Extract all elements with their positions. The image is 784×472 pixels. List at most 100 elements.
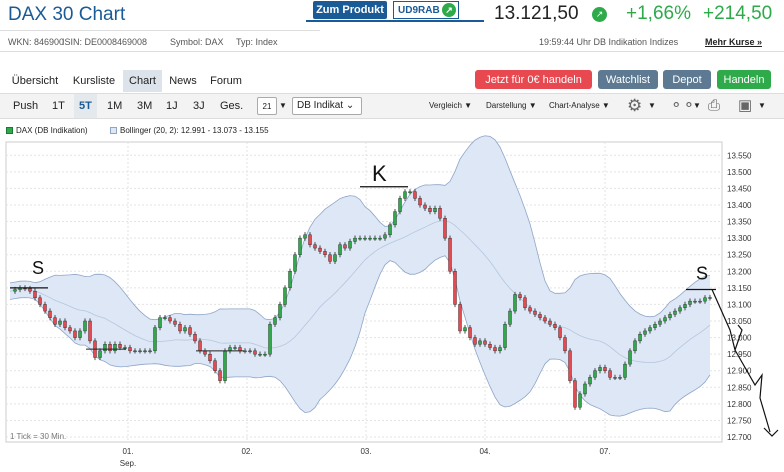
candle [388, 224, 392, 236]
candle [113, 344, 117, 352]
candle [298, 237, 302, 255]
candle [308, 234, 312, 245]
candle [193, 334, 197, 342]
y-tick-label: 13.400 [727, 201, 752, 210]
candle [223, 350, 227, 381]
candle [33, 290, 37, 299]
candle [363, 237, 367, 240]
x-tick-label: 07. [599, 447, 610, 456]
y-tick-label: 13.350 [727, 218, 752, 227]
candle [513, 294, 517, 312]
candle [693, 300, 697, 303]
candle [58, 320, 62, 325]
candle [393, 211, 397, 226]
candle [163, 317, 167, 319]
y-tick-label: 13.500 [727, 168, 752, 177]
candle [118, 344, 122, 348]
candle [73, 330, 77, 338]
candle [68, 327, 72, 332]
candle [233, 347, 237, 349]
candle [673, 310, 677, 315]
candle [608, 370, 612, 378]
candle [528, 307, 532, 312]
candle [538, 314, 542, 318]
candle [188, 327, 192, 335]
candle [248, 350, 252, 353]
y-tick-label: 12.700 [727, 433, 752, 442]
candle [133, 350, 137, 353]
candle [648, 327, 652, 332]
candle [418, 198, 422, 206]
candle [13, 289, 17, 292]
y-tick-label: 13.450 [727, 184, 752, 193]
candle [168, 317, 172, 322]
candle [148, 350, 152, 353]
candle [458, 304, 462, 332]
candle [283, 287, 287, 305]
candle [378, 237, 382, 240]
candle [598, 367, 602, 371]
candle [278, 304, 282, 318]
candle [498, 347, 502, 352]
candle [178, 324, 182, 332]
x-tick-label: 02. [241, 447, 252, 456]
candle [448, 237, 452, 272]
candle [588, 377, 592, 385]
candle [98, 350, 102, 358]
candle [473, 337, 477, 345]
y-tick-label: 13.550 [727, 151, 752, 160]
candle [328, 254, 332, 262]
candle [108, 344, 112, 352]
candle [198, 340, 202, 352]
candle [218, 370, 222, 381]
candle [413, 191, 417, 199]
candle [658, 320, 662, 325]
y-tick-label: 12.800 [727, 400, 752, 409]
candle [253, 350, 257, 355]
candle [438, 208, 442, 219]
candle [483, 340, 487, 345]
candle [643, 330, 647, 335]
candle [623, 363, 627, 378]
candle [338, 244, 342, 255]
annotation-s1: S [32, 258, 44, 278]
candle [48, 310, 52, 318]
candle [423, 204, 427, 209]
candle [293, 254, 297, 272]
y-tick-label: 13.100 [727, 300, 752, 309]
candle [153, 327, 157, 352]
y-tick-label: 13.200 [727, 267, 752, 276]
candle [103, 344, 107, 352]
candle [408, 191, 412, 193]
annotation-k: K [372, 161, 387, 186]
candle [343, 244, 347, 249]
candle [333, 254, 337, 262]
x-tick-sublabel: Sep. [120, 459, 136, 468]
candle [313, 244, 317, 249]
candle [503, 324, 507, 348]
candle [383, 234, 387, 239]
candle [213, 360, 217, 371]
x-tick-label: 03. [360, 447, 371, 456]
y-tick-label: 13.250 [727, 251, 752, 260]
candle [83, 320, 87, 332]
candle [628, 350, 632, 365]
candle [348, 241, 352, 249]
candle [468, 327, 472, 338]
candle [523, 297, 527, 308]
candle [138, 350, 142, 353]
candle [263, 353, 267, 356]
candle [633, 340, 637, 352]
candle [698, 300, 702, 303]
candle [583, 383, 587, 395]
x-tick-label: 04. [479, 447, 490, 456]
candle [183, 327, 187, 332]
candle [403, 191, 407, 199]
candle [478, 340, 482, 345]
candle [43, 304, 47, 312]
candle [543, 317, 547, 322]
candle [268, 324, 272, 355]
price-chart[interactable]: 13.550 13.500 13.450 13.400 13.350 13.300 13.2… [0, 0, 784, 472]
y-tick-label: 12.850 [727, 383, 752, 392]
candle [158, 317, 162, 328]
